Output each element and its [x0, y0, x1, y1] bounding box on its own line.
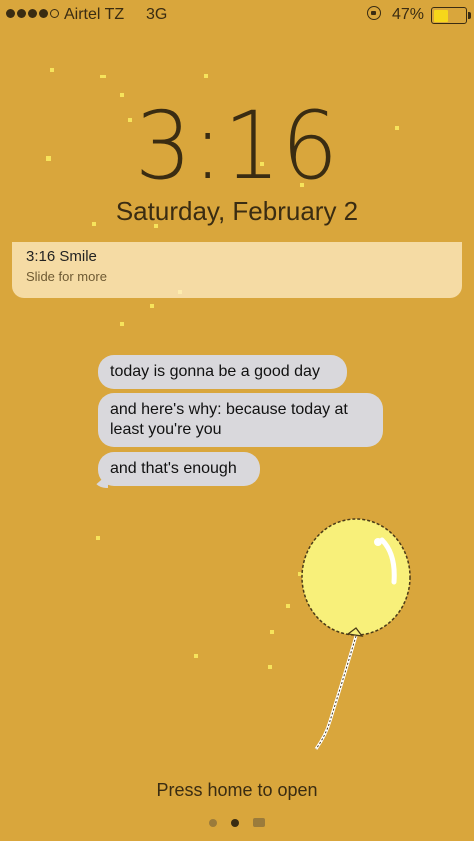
status-bar: Airtel TZ 3G 47% [0, 0, 474, 30]
battery-fill [433, 9, 448, 22]
lock-date: Saturday, February 2 [115, 196, 359, 226]
lock-time: 3:16 [134, 92, 340, 201]
notification-card[interactable]: 3:16 Smile Slide for more [12, 242, 462, 298]
press-home-label: Press home to open [156, 780, 318, 800]
message-bubble: and that's enough [98, 452, 260, 486]
page-indicator[interactable] [0, 818, 474, 827]
network-type: 3G [146, 6, 168, 23]
lock-rotation-icon [367, 6, 381, 20]
page-dot [209, 818, 217, 827]
notification-subtitle: Slide for more [26, 269, 107, 284]
balloon-icon [301, 518, 411, 750]
camera-icon[interactable] [253, 818, 265, 827]
battery-icon [431, 7, 467, 24]
carrier-name: Airtel TZ [64, 6, 125, 23]
message-bubble: and here's why: because today at least y… [98, 393, 383, 447]
battery-tip [468, 12, 471, 19]
signal-strength-icon [6, 9, 59, 18]
notification-title: 3:16 Smile [26, 248, 97, 265]
battery-percent: 47% [392, 6, 425, 23]
page-dot-active [231, 818, 239, 827]
message-bubble: today is gonna be a good day [98, 355, 347, 389]
